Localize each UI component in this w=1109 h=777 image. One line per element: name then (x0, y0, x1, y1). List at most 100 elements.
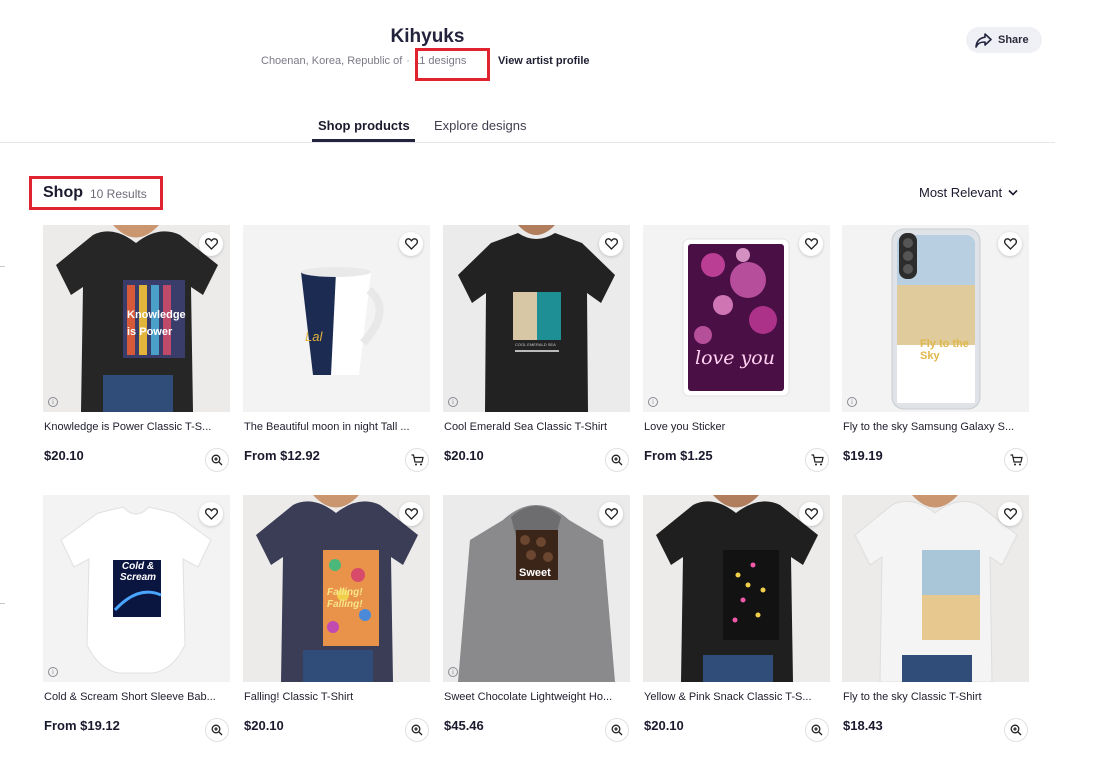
product-image[interactable] (842, 495, 1029, 682)
zoom-icon (1010, 724, 1022, 736)
info-icon[interactable]: i (448, 397, 458, 407)
product-image[interactable]: Sweet i (443, 495, 630, 682)
design-text: Fly to the Sky (920, 338, 969, 362)
mug-image (301, 267, 384, 375)
favorite-button[interactable] (799, 502, 823, 526)
hoodie-image (458, 505, 615, 682)
product-price: From $1.25 (644, 448, 713, 463)
product-price: $19.19 (843, 448, 883, 463)
view-artist-profile-link[interactable]: View artist profile (498, 55, 590, 67)
zoom-icon (211, 724, 223, 736)
info-icon[interactable]: i (448, 667, 458, 677)
design-text: Sweet (519, 567, 551, 579)
zoom-icon (611, 724, 623, 736)
edge-mark (0, 603, 5, 604)
product-image[interactable]: COOL EMERALD SEA i (443, 225, 630, 412)
info-icon[interactable]: i (48, 667, 58, 677)
product-image[interactable]: Cold & Scream i (43, 495, 230, 682)
product-card[interactable]: COOL EMERALD SEA i Cool Emerald Sea Clas… (443, 225, 630, 472)
product-card[interactable]: Cold & Scream i Cold & Scream Short Slee… (43, 495, 230, 742)
tab-shop-products[interactable]: Shop products (318, 118, 410, 133)
product-image[interactable]: Falling! Falling! (243, 495, 430, 682)
product-card[interactable]: Knowledge is Power i Knowledge is Power … (43, 225, 230, 472)
product-card[interactable]: Yellow & Pink Snack Classic T-S... $20.1… (643, 495, 830, 742)
product-price: $45.46 (444, 718, 484, 733)
product-card[interactable]: Fly to the sky Classic T-Shirt $18.43 (842, 495, 1029, 742)
product-image[interactable]: Knowledge is Power i (43, 225, 230, 412)
product-title[interactable]: Fly to the sky Classic T-Shirt (842, 691, 1027, 703)
favorite-button[interactable] (199, 232, 223, 256)
product-title[interactable]: Cool Emerald Sea Classic T-Shirt (443, 421, 628, 433)
zoom-icon (411, 724, 423, 736)
tab-explore-designs[interactable]: Explore designs (434, 118, 527, 133)
product-price: $20.10 (644, 718, 684, 733)
product-image[interactable]: love you i (643, 225, 830, 412)
onesie-image (60, 506, 212, 674)
zoom-button[interactable] (1004, 718, 1028, 742)
product-card[interactable]: love you i Love you Sticker From $1.25 (643, 225, 830, 472)
product-price: From $19.12 (44, 718, 120, 733)
zoom-icon (211, 454, 223, 466)
info-icon[interactable]: i (48, 397, 58, 407)
product-title[interactable]: Knowledge is Power Classic T-S... (43, 421, 228, 433)
heart-icon (1003, 238, 1017, 250)
product-card[interactable]: Sweet i Sweet Chocolate Lightweight Ho..… (443, 495, 630, 742)
favorite-button[interactable] (399, 232, 423, 256)
design-text: love you (695, 347, 775, 369)
share-button[interactable]: Share (966, 27, 1042, 53)
product-image[interactable] (643, 495, 830, 682)
favorite-button[interactable] (199, 502, 223, 526)
zoom-button[interactable] (205, 718, 229, 742)
favorite-button[interactable] (998, 232, 1022, 256)
add-to-cart-button[interactable] (405, 448, 429, 472)
zoom-button[interactable] (805, 718, 829, 742)
info-icon[interactable]: i (847, 397, 857, 407)
product-card[interactable]: Falling! Falling! Falling! Classic T-Shi… (243, 495, 430, 742)
favorite-button[interactable] (599, 232, 623, 256)
favorite-button[interactable] (399, 502, 423, 526)
active-tab-indicator (312, 139, 415, 142)
zoom-button[interactable] (605, 718, 629, 742)
product-title[interactable]: The Beautiful moon in night Tall ... (243, 421, 428, 433)
artist-location: Choenan, Korea, Republic of (261, 55, 403, 67)
heart-icon (404, 508, 418, 520)
zoom-button[interactable] (405, 718, 429, 742)
design-text: Cold & Scream (119, 561, 157, 583)
design-text: Falling! Falling! (327, 587, 363, 610)
product-image[interactable]: Lal (243, 225, 430, 412)
product-title[interactable]: Yellow & Pink Snack Classic T-S... (643, 691, 828, 703)
edge-mark (0, 266, 5, 267)
add-to-cart-button[interactable] (805, 448, 829, 472)
share-label: Share (998, 34, 1029, 46)
favorite-button[interactable] (998, 502, 1022, 526)
sort-label: Most Relevant (919, 185, 1003, 200)
add-to-cart-button[interactable] (1004, 448, 1028, 472)
product-price: $20.10 (44, 448, 84, 463)
tab-bar: Shop products Explore designs (0, 116, 1055, 143)
product-card[interactable]: Fly to the Sky i Fly to the sky Samsung … (842, 225, 1029, 472)
cart-icon (1010, 454, 1023, 466)
shop-title: Shop (43, 184, 83, 201)
product-title[interactable]: Sweet Chocolate Lightweight Ho... (443, 691, 628, 703)
zoom-button[interactable] (205, 448, 229, 472)
product-image[interactable]: Fly to the Sky i (842, 225, 1029, 412)
zoom-button[interactable] (605, 448, 629, 472)
tshirt-image (458, 225, 615, 412)
product-title[interactable]: Love you Sticker (643, 421, 828, 433)
product-price: $20.10 (444, 448, 484, 463)
favorite-button[interactable] (799, 232, 823, 256)
design-text: Knowledge is Power (127, 309, 186, 338)
heart-icon (604, 238, 618, 250)
product-card[interactable]: Lal The Beautiful moon in night Tall ...… (243, 225, 430, 472)
favorite-button[interactable] (599, 502, 623, 526)
product-title[interactable]: Falling! Classic T-Shirt (243, 691, 428, 703)
info-icon[interactable]: i (648, 397, 658, 407)
product-title[interactable]: Fly to the sky Samsung Galaxy S... (842, 421, 1027, 433)
heart-icon (404, 238, 418, 250)
product-price: From $12.92 (244, 448, 320, 463)
sort-dropdown[interactable]: Most Relevant (919, 185, 1018, 200)
design-text: COOL EMERALD SEA (515, 342, 556, 347)
heart-icon (804, 238, 818, 250)
design-text: Lal (305, 329, 323, 344)
product-title[interactable]: Cold & Scream Short Sleeve Bab... (43, 691, 228, 703)
